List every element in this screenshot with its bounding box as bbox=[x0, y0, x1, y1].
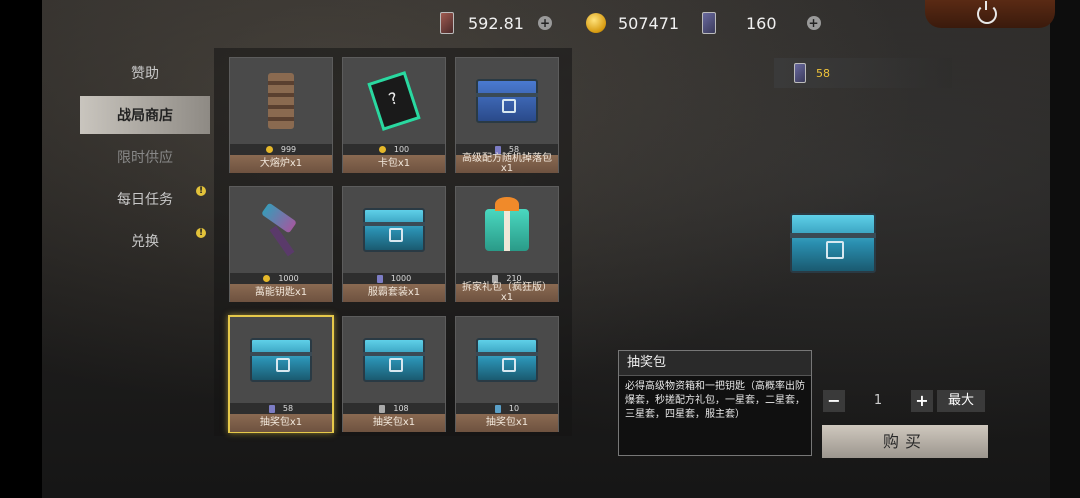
chest-icon bbox=[363, 208, 425, 252]
currency-coins: 507471 bbox=[586, 8, 679, 38]
item-price: 108 bbox=[343, 403, 445, 414]
item-name: 服霸套装x1 bbox=[343, 284, 445, 302]
card-pack-icon: ? bbox=[367, 71, 421, 131]
shop-item-card-pack[interactable]: ? 100 卡包x1 bbox=[342, 57, 446, 173]
shop-item-outfit-set[interactable]: 1000 服霸套装x1 bbox=[342, 186, 446, 302]
currency-item1: 592.81 + bbox=[440, 8, 552, 38]
left-edge bbox=[0, 0, 42, 498]
key-icon bbox=[494, 404, 501, 413]
price-value: 100 bbox=[393, 145, 410, 154]
furnace-icon bbox=[268, 73, 294, 129]
nav-item-sponsor[interactable]: 赞助 bbox=[80, 54, 210, 92]
resource-balance: 58 bbox=[774, 58, 952, 88]
item-art bbox=[230, 58, 332, 144]
chest-icon bbox=[476, 79, 538, 123]
item-art bbox=[343, 317, 445, 403]
red-card-icon bbox=[440, 12, 454, 34]
item-name: 抽奖包x1 bbox=[230, 414, 332, 432]
shop-item-lottery-pack-3[interactable]: 10 抽奖包x1 bbox=[455, 316, 559, 432]
shop-item-recipe-pack[interactable]: 58 高级配方随机掉落包x1 bbox=[455, 57, 559, 174]
item-name: 高级配方随机掉落包x1 bbox=[456, 154, 558, 174]
power-icon bbox=[977, 1, 997, 24]
item-name: 卡包x1 bbox=[343, 155, 445, 173]
alert-icon: ! bbox=[196, 228, 206, 238]
item-art bbox=[456, 187, 558, 273]
sidebar-nav: 赞助 战局商店 限时供应 每日任务! 兑换! bbox=[80, 54, 210, 264]
coin-icon bbox=[378, 146, 386, 153]
currency-cards-value: 160 bbox=[746, 13, 777, 33]
item-art bbox=[343, 187, 445, 273]
add-currency-item1-button[interactable]: + bbox=[537, 16, 552, 30]
add-cards-button[interactable]: + bbox=[806, 16, 821, 30]
item-price: 1000 bbox=[230, 273, 332, 284]
chest-icon bbox=[476, 338, 538, 382]
item-art bbox=[230, 317, 332, 403]
decrease-quantity-button[interactable]: − bbox=[823, 390, 845, 412]
nav-item-exchange[interactable]: 兑换! bbox=[80, 222, 210, 260]
nav-item-battle-shop[interactable]: 战局商店 bbox=[80, 96, 210, 134]
item-art bbox=[230, 187, 332, 273]
nav-item-label: 兑换 bbox=[131, 234, 159, 250]
item-description-title: 抽奖包 bbox=[619, 351, 811, 376]
quantity-stepper: − 1 + 最大 bbox=[823, 390, 985, 412]
gold-coin-icon bbox=[586, 13, 606, 33]
item-price: 999 bbox=[230, 144, 332, 155]
nav-item-limited-offer[interactable]: 限时供应 bbox=[80, 138, 210, 176]
hammer-icon bbox=[256, 202, 306, 257]
currency-coins-value: 507471 bbox=[618, 13, 680, 33]
price-value: 58 bbox=[282, 404, 294, 413]
shop-item-master-key[interactable]: 1000 萬能钥匙x1 bbox=[229, 186, 333, 302]
nav-item-label: 每日任务 bbox=[117, 192, 173, 208]
card-icon bbox=[268, 404, 275, 413]
item-name: 萬能钥匙x1 bbox=[230, 284, 332, 302]
price-value: 999 bbox=[280, 145, 297, 154]
shop-item-lottery-pack-2[interactable]: 108 抽奖包x1 bbox=[342, 316, 446, 432]
card-icon bbox=[794, 63, 806, 83]
price-value: 10 bbox=[508, 404, 520, 413]
item-price: 58 bbox=[230, 403, 332, 414]
shop-item-lottery-pack-selected[interactable]: 58 抽奖包x1 bbox=[228, 315, 334, 433]
increase-quantity-button[interactable]: + bbox=[911, 390, 933, 412]
gray-card-icon bbox=[379, 404, 386, 413]
currency-cards: 160 + bbox=[702, 8, 821, 38]
card-icon bbox=[376, 274, 383, 283]
chest-icon bbox=[790, 213, 876, 273]
currency-bar: 592.81 + 507471 160 + bbox=[420, 0, 840, 46]
nav-item-daily-tasks[interactable]: 每日任务! bbox=[80, 180, 210, 218]
item-art: ? bbox=[343, 58, 445, 144]
chest-icon bbox=[363, 338, 425, 382]
coin-icon bbox=[263, 275, 271, 282]
item-name: 抽奖包x1 bbox=[456, 414, 558, 432]
price-value: 108 bbox=[393, 404, 409, 413]
right-edge bbox=[1050, 0, 1080, 498]
chest-icon bbox=[250, 338, 312, 382]
item-description-panel: 抽奖包 必得高级物资箱和一把钥匙（高概率出防爆套，秒搓配方礼包，一星套，二星套，… bbox=[618, 350, 812, 456]
item-price: 100 bbox=[343, 144, 445, 155]
balance-value: 58 bbox=[816, 66, 830, 80]
nav-item-label: 限时供应 bbox=[117, 150, 173, 166]
alert-icon: ! bbox=[196, 186, 206, 196]
item-preview bbox=[790, 213, 876, 273]
item-name: 抽奖包x1 bbox=[343, 414, 445, 432]
item-price: 10 bbox=[456, 403, 558, 414]
nav-item-label: 赞助 bbox=[131, 66, 159, 82]
shop-item-gift-pack[interactable]: 210 拆家礼包（疯狂版）x1 bbox=[455, 186, 559, 303]
card-icon bbox=[702, 12, 716, 34]
currency-item1-value: 592.81 bbox=[468, 13, 524, 33]
item-art bbox=[456, 317, 558, 403]
buy-button[interactable]: 购买 bbox=[822, 425, 988, 458]
price-value: 1000 bbox=[390, 274, 412, 283]
item-price: 1000 bbox=[343, 273, 445, 284]
gift-icon bbox=[485, 197, 529, 251]
quantity-value[interactable]: 1 bbox=[845, 390, 911, 412]
shop-item-furnace[interactable]: 999 大熔炉x1 bbox=[229, 57, 333, 173]
item-description-text: 必得高级物资箱和一把钥匙（高概率出防爆套，秒搓配方礼包，一星套，二星套，三星套，… bbox=[625, 381, 805, 420]
price-value: 1000 bbox=[278, 274, 299, 283]
item-name: 大熔炉x1 bbox=[230, 155, 332, 173]
item-art bbox=[456, 58, 558, 144]
coin-icon bbox=[265, 146, 273, 153]
nav-item-label: 战局商店 bbox=[117, 108, 173, 124]
item-name: 拆家礼包（疯狂版）x1 bbox=[456, 283, 558, 303]
max-quantity-button[interactable]: 最大 bbox=[937, 390, 985, 412]
